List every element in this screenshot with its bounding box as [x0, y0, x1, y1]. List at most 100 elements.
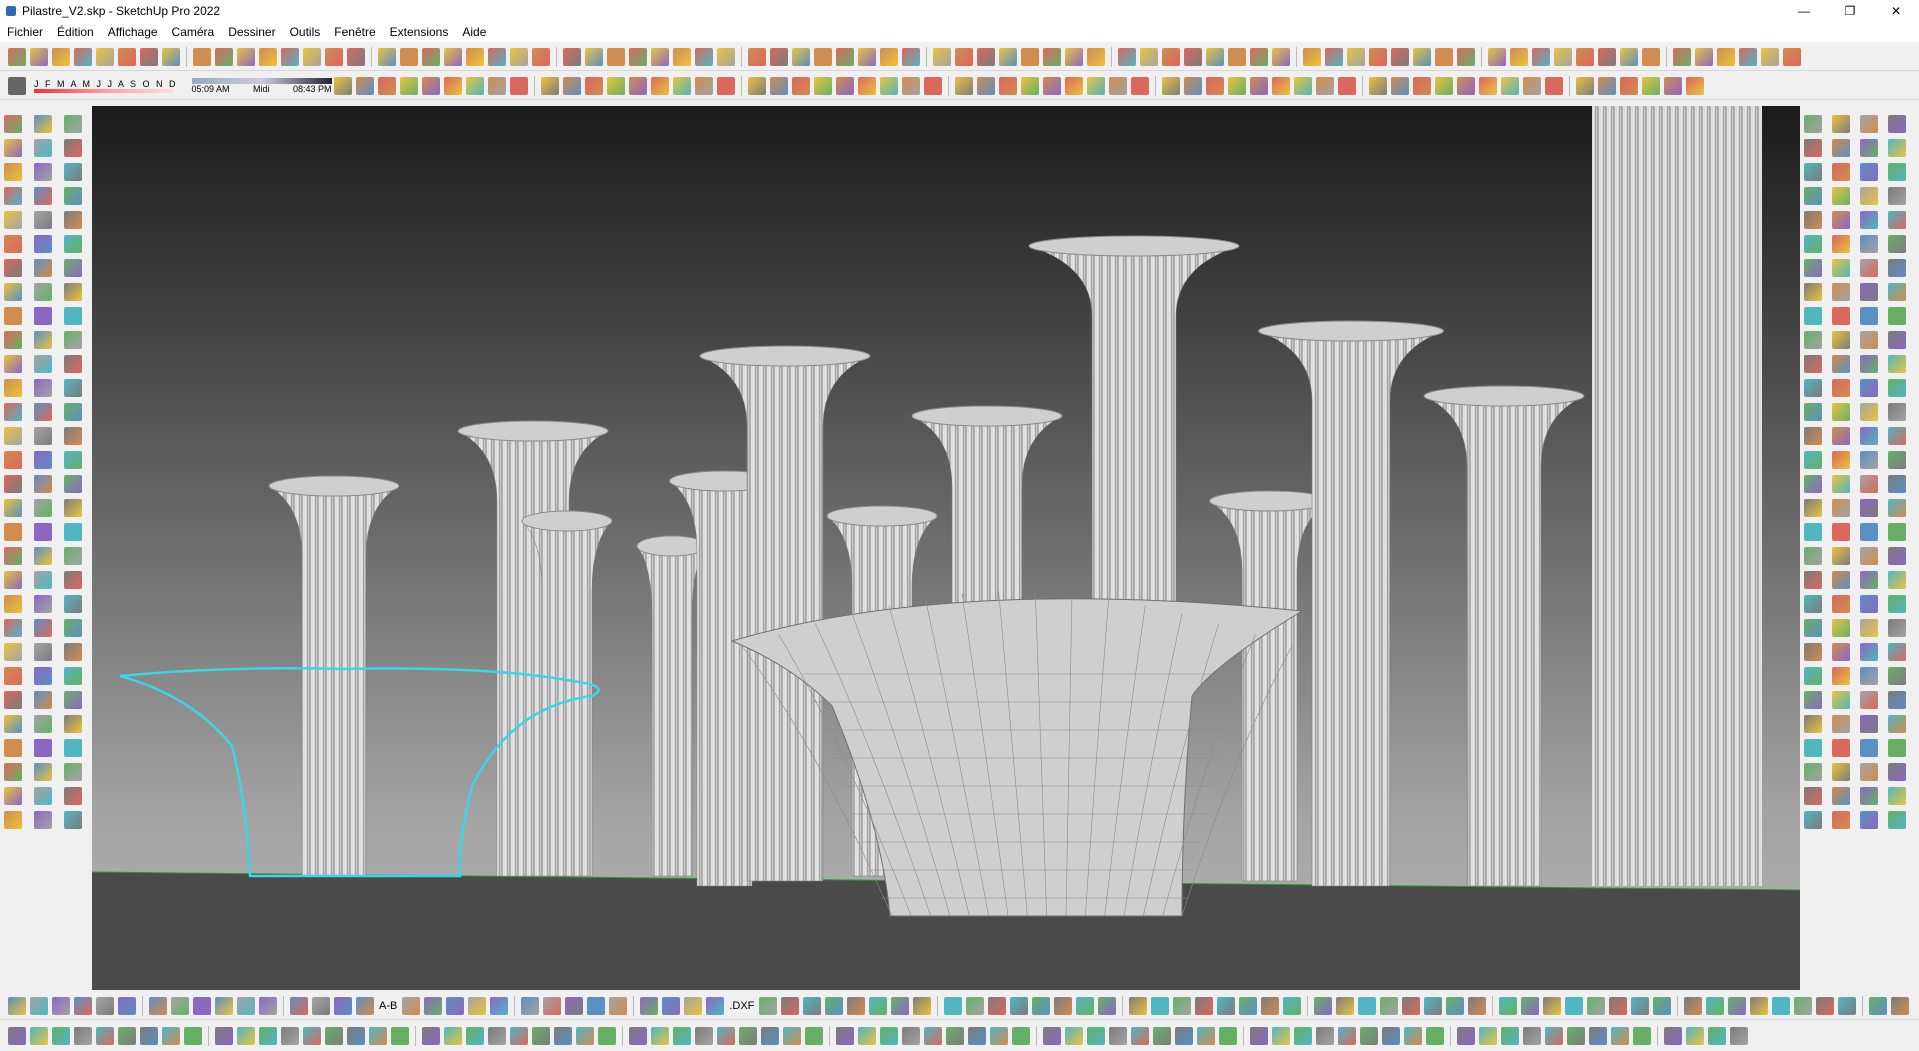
tool-icon[interactable] [421, 76, 440, 95]
tool-icon[interactable] [52, 47, 70, 66]
tool-icon[interactable] [1888, 355, 1906, 373]
menu-outils[interactable]: Outils [283, 25, 328, 39]
tool-icon[interactable] [651, 47, 669, 66]
tool-icon[interactable] [1832, 643, 1850, 661]
tool-icon[interactable] [465, 76, 484, 95]
tool-icon[interactable] [1832, 619, 1850, 637]
tool-icon[interactable] [609, 996, 628, 1015]
tool-icon[interactable] [1804, 643, 1822, 661]
tool-icon[interactable] [1043, 1027, 1061, 1045]
tool-icon[interactable] [1633, 1027, 1651, 1045]
tool-icon[interactable] [356, 996, 374, 1015]
tool-icon[interactable] [30, 996, 48, 1015]
tool-icon[interactable] [355, 76, 374, 95]
tool-icon[interactable] [1860, 235, 1878, 253]
tool-icon[interactable] [1294, 1027, 1312, 1045]
tool-icon[interactable] [858, 47, 876, 66]
tool-icon[interactable] [34, 115, 52, 133]
tool-icon[interactable] [193, 47, 211, 66]
tool-icon[interactable] [34, 475, 52, 493]
tool-icon[interactable] [1860, 787, 1878, 805]
tool-icon[interactable] [1086, 76, 1105, 95]
tool-icon[interactable] [1153, 1027, 1171, 1045]
tool-icon[interactable] [303, 47, 321, 66]
tool-icon[interactable] [1131, 1027, 1149, 1045]
tool-icon[interactable] [1303, 47, 1321, 66]
tool-icon[interactable] [1888, 787, 1906, 805]
tool-icon[interactable] [1888, 115, 1906, 133]
tool-icon[interactable] [1315, 76, 1334, 95]
tool-icon[interactable] [944, 996, 963, 1015]
tool-icon[interactable] [1832, 139, 1850, 157]
tool-icon[interactable] [64, 475, 82, 493]
tool-icon[interactable] [977, 47, 995, 66]
tool-icon[interactable] [377, 76, 396, 95]
tool-icon[interactable] [924, 1027, 942, 1045]
tool-icon[interactable] [880, 47, 898, 66]
tool-icon[interactable] [488, 1027, 506, 1045]
tool-icon[interactable] [1888, 451, 1906, 469]
tool-icon[interactable] [259, 1027, 277, 1045]
tool-icon[interactable] [402, 996, 421, 1015]
tool-icon[interactable] [4, 595, 22, 613]
tool-icon[interactable] [1832, 451, 1850, 469]
tool-icon[interactable] [1888, 523, 1906, 541]
tool-icon[interactable] [96, 1027, 114, 1045]
tool-icon[interactable] [792, 47, 810, 66]
tool-icon[interactable] [1641, 76, 1660, 95]
tool-icon[interactable] [1804, 739, 1822, 757]
tool-icon[interactable] [1832, 811, 1850, 829]
tool-icon[interactable] [1250, 1027, 1268, 1045]
tool-icon[interactable] [1860, 379, 1878, 397]
tool-icon[interactable] [1832, 283, 1850, 301]
tool-icon[interactable] [695, 47, 713, 66]
tool-icon[interactable] [1832, 523, 1850, 541]
tool-icon[interactable] [4, 475, 22, 493]
tool-icon[interactable] [64, 715, 82, 733]
tool-icon[interactable] [576, 1027, 594, 1045]
tool-icon[interactable] [1129, 996, 1148, 1015]
tool-icon[interactable] [1532, 47, 1550, 66]
tool-icon[interactable] [1832, 115, 1850, 133]
tool-icon[interactable] [1010, 996, 1029, 1015]
menu-dessiner[interactable]: Dessiner [221, 25, 282, 39]
tool-icon[interactable] [1567, 1027, 1585, 1045]
tool-icon[interactable] [923, 76, 942, 95]
tool-icon[interactable] [34, 763, 52, 781]
tool-icon[interactable] [1205, 76, 1224, 95]
tool-icon[interactable] [1272, 47, 1290, 66]
tool-icon[interactable] [1685, 76, 1704, 95]
tool-icon[interactable] [509, 76, 528, 95]
tool-icon[interactable] [1860, 403, 1878, 421]
tool-icon[interactable] [1663, 76, 1682, 95]
tool-icon[interactable] [1706, 996, 1725, 1015]
tool-icon[interactable] [290, 996, 308, 1015]
menu-affichage[interactable]: Affichage [101, 25, 165, 39]
tool-icon[interactable] [466, 1027, 484, 1045]
close-button[interactable]: ✕ [1873, 0, 1919, 22]
tool-icon[interactable] [1888, 331, 1906, 349]
tool-icon[interactable] [8, 47, 26, 66]
tool-icon[interactable] [694, 76, 713, 95]
tool-icon[interactable] [487, 76, 506, 95]
tool-icon[interactable] [1032, 996, 1051, 1015]
tool-icon[interactable] [717, 47, 735, 66]
tool-icon[interactable] [1609, 996, 1628, 1015]
tool-icon[interactable] [64, 619, 82, 637]
tool-icon[interactable] [215, 1027, 233, 1045]
tool-icon[interactable] [74, 47, 92, 66]
ab-label[interactable]: A-B [379, 1000, 397, 1012]
tool-icon[interactable] [1888, 619, 1906, 637]
tool-icon[interactable] [706, 996, 725, 1015]
tool-icon[interactable] [74, 1027, 92, 1045]
tool-icon[interactable] [1860, 451, 1878, 469]
tool-icon[interactable] [835, 76, 854, 95]
tool-icon[interactable] [1717, 47, 1735, 66]
tool-icon[interactable] [4, 667, 22, 685]
tool-icon[interactable] [1860, 307, 1878, 325]
tool-icon[interactable] [1708, 1027, 1726, 1045]
tool-icon[interactable] [869, 996, 888, 1015]
tool-icon[interactable] [1888, 307, 1906, 325]
tool-icon[interactable] [1412, 76, 1431, 95]
tool-icon[interactable] [64, 211, 82, 229]
